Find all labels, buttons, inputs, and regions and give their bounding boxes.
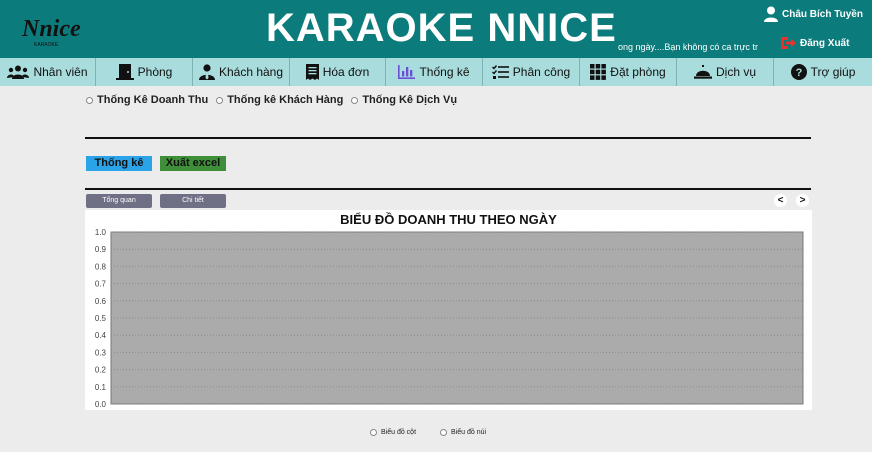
y-tick-label: 0.8	[95, 262, 107, 271]
divider-bottom	[85, 188, 811, 190]
divider-top	[85, 137, 811, 139]
svg-text:?: ?	[795, 67, 802, 79]
app-title: KARAOKE NNICE	[266, 6, 617, 50]
nav-item-nhan-vien[interactable]: Nhân viên	[0, 58, 96, 86]
radio-thong-ke-dich-vu[interactable]: Thống Kê Dịch Vụ	[351, 94, 457, 106]
y-tick-label: 0.1	[95, 383, 107, 392]
y-tick-label: 0.9	[95, 245, 107, 254]
nav-item-phong[interactable]: Phòng	[96, 58, 193, 86]
logo-text: Nnice	[21, 16, 81, 42]
nnice-logo: Nnice KARAOKE	[21, 16, 81, 48]
service-bell-icon	[693, 65, 712, 79]
current-user: Châu Bích Tuyền	[764, 6, 863, 22]
nav-item-thong-ke[interactable]: Thống kê	[386, 58, 483, 86]
revenue-chart: 0.0 0.1 0.2 0.3 0.4 0.5 0.6 0.7 0.8 0.9 1.0	[95, 228, 804, 409]
radio-circle	[370, 429, 377, 436]
nav-label: Hóa đơn	[322, 65, 370, 79]
users-icon	[7, 65, 30, 79]
next-arrow-button[interactable]: >	[796, 194, 809, 207]
radio-thong-ke-khach-hang[interactable]: Thống kê Khách Hàng	[216, 94, 343, 106]
radio-circle	[86, 96, 93, 104]
nav-item-dich-vu[interactable]: Dịch vụ	[677, 58, 774, 86]
nav-item-phan-cong[interactable]: Phân công	[483, 58, 580, 86]
nav-item-dat-phong[interactable]: Đặt phòng	[580, 58, 677, 86]
user-icon	[764, 6, 778, 22]
main-nav: Nhân viên Phòng Khách hàng Hóa đơn Thống…	[0, 58, 872, 86]
export-excel-button[interactable]: Xuất excel	[160, 156, 226, 171]
y-tick-label: 0.5	[95, 314, 107, 323]
radio-label: Biểu đồ núi	[451, 429, 487, 436]
report-type-options: Thống Kê Doanh Thu Thống kê Khách Hàng T…	[86, 94, 457, 106]
help-icon: ?	[790, 64, 807, 80]
chart-type-options: Biểu đồ cột Biểu đồ núi	[370, 429, 486, 436]
receipt-icon	[305, 64, 319, 80]
user-tie-icon	[198, 64, 215, 80]
task-list-icon	[491, 65, 509, 79]
radio-bieu-do-cot[interactable]: Biểu đồ cột	[370, 429, 416, 436]
radio-label: Thống kê Khách Hàng	[227, 94, 344, 106]
shift-notice-marquee: ong ngày....Bạn không có ca trực tr	[618, 42, 758, 52]
radio-circle	[216, 96, 224, 104]
nav-label: Đặt phòng	[610, 65, 666, 79]
nav-item-khach-hang[interactable]: Khách hàng	[193, 58, 290, 86]
radio-circle	[440, 429, 448, 436]
y-tick-label: 0.4	[95, 331, 107, 340]
radio-label: Thống Kê Dịch Vụ	[362, 94, 458, 106]
nav-label: Dịch vụ	[715, 65, 756, 79]
y-tick-label: 0.7	[95, 280, 107, 289]
y-tick-label: 0.0	[95, 400, 107, 409]
logout-label: Đăng Xuất	[800, 37, 850, 49]
app-header: Nnice KARAOKE KARAOKE NNICE ong ngày....…	[0, 0, 872, 58]
y-tick-label: 0.3	[95, 348, 107, 357]
nav-label: Phân công	[512, 65, 571, 79]
nav-label: Nhân viên	[33, 65, 88, 79]
radio-circle	[351, 96, 359, 104]
y-tick-label: 0.6	[95, 297, 107, 306]
door-icon	[115, 64, 134, 80]
revenue-chart-panel: BIỂU ĐỒ DOANH THU THEO NGÀY 0.0 0.1 0.2 0.3…	[85, 210, 812, 410]
logout-button[interactable]: Đăng Xuất	[780, 36, 849, 50]
radio-label: Biểu đồ cột	[381, 429, 417, 436]
nav-label: Thống kê	[419, 65, 470, 79]
radio-label: Thống Kê Doanh Thu	[97, 94, 209, 106]
nav-item-hoa-don[interactable]: Hóa đơn	[290, 58, 386, 86]
nav-item-tro-giup[interactable]: ? Trợ giúp	[774, 58, 872, 86]
logo-subtext: KARAOKE	[34, 42, 59, 48]
y-tick-label: 1.0	[95, 228, 107, 237]
radio-bieu-do-nui[interactable]: Biểu đồ núi	[440, 429, 486, 436]
prev-arrow-button[interactable]: <	[774, 194, 787, 207]
nav-label: Trợ giúp	[810, 65, 856, 79]
bar-chart-icon	[398, 65, 416, 79]
tab-chi-tiet[interactable]: Chi tiết	[160, 194, 226, 208]
y-tick-label: 0.2	[95, 366, 107, 375]
tab-tong-quan[interactable]: Tổng quan	[86, 194, 152, 208]
radio-thong-ke-doanh-thu[interactable]: Thống Kê Doanh Thu	[86, 94, 208, 106]
grid-icon	[590, 64, 607, 80]
logout-icon	[781, 37, 796, 49]
user-name: Châu Bích Tuyền	[782, 8, 863, 20]
nav-label: Phòng	[137, 65, 173, 79]
nav-label: Khách hàng	[218, 65, 284, 79]
thong-ke-button[interactable]: Thống kê	[86, 156, 152, 171]
